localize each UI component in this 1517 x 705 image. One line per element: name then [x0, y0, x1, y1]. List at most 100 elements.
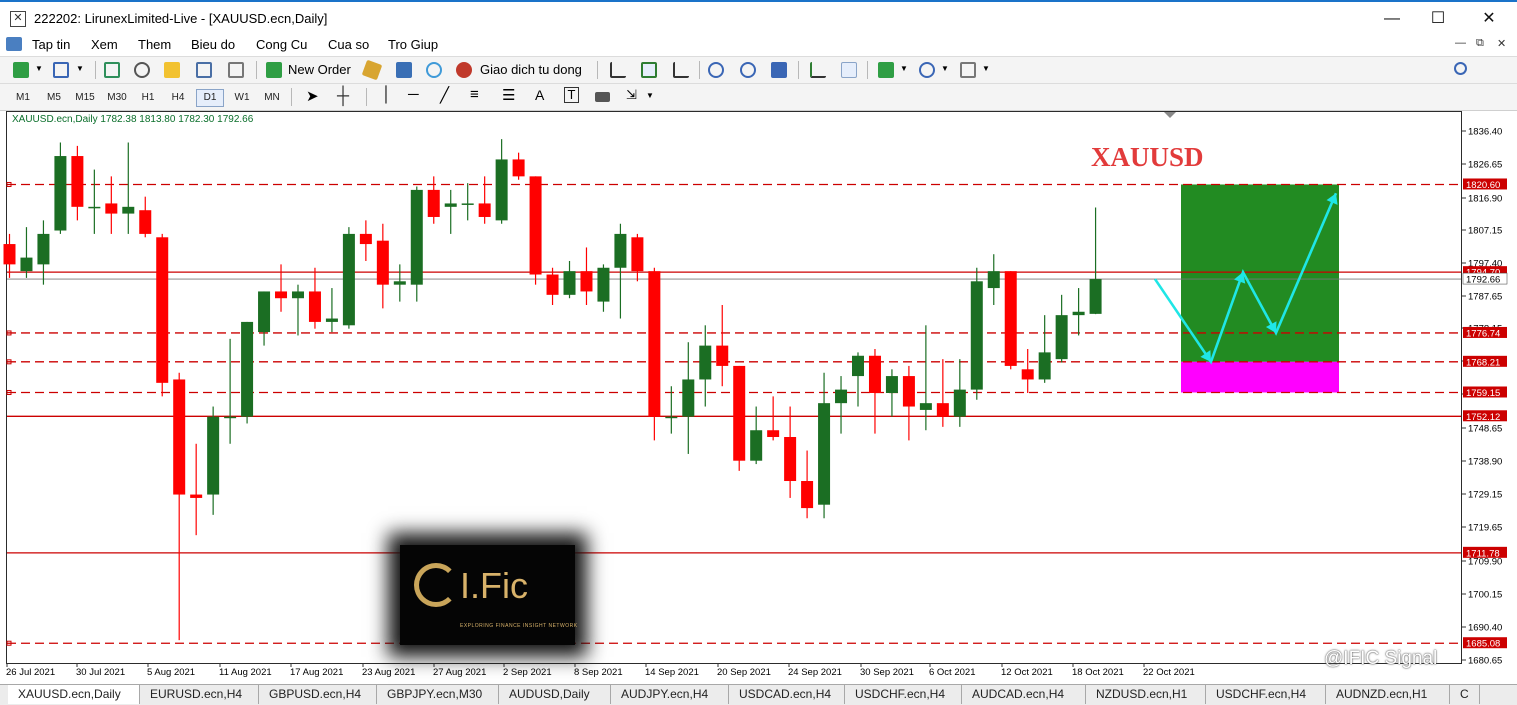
fibonacci-icon[interactable]: ☰: [502, 86, 515, 104]
minimize-button[interactable]: —: [1376, 8, 1408, 30]
timeframe-m15[interactable]: M15: [72, 90, 98, 106]
timeframe-m5[interactable]: M5: [41, 90, 67, 106]
timeframe-mn[interactable]: MN: [259, 90, 285, 106]
x-tick-label: 22 Oct 2021: [1143, 667, 1195, 678]
chevron-down-icon[interactable]: ▼: [900, 64, 908, 73]
menu-help[interactable]: Tro Giup: [388, 37, 438, 52]
profiles-icon[interactable]: [53, 62, 69, 78]
search-icon[interactable]: [1454, 62, 1467, 75]
x-tick-label: 12 Oct 2021: [1001, 667, 1053, 678]
x-tick-label: 26 Jul 2021: [6, 667, 55, 678]
chevron-down-icon[interactable]: ▼: [35, 64, 43, 73]
mdi-restore-icon[interactable]: ⧉: [1476, 37, 1484, 50]
standard-toolbar: ▼ ▼ New Order Giao dich tu dong ▼ ▼ ▼ 1: [0, 56, 1517, 133]
chart-window[interactable]: [6, 111, 1462, 664]
zoom-out-icon[interactable]: [740, 62, 756, 78]
timeframe-m30[interactable]: M30: [104, 90, 130, 106]
candlestick-chart-icon[interactable]: [641, 62, 657, 78]
chart-tab[interactable]: XAUUSD.ecn,Daily: [8, 685, 140, 704]
text-icon[interactable]: A: [535, 87, 544, 103]
text-label-icon[interactable]: T: [564, 87, 579, 103]
timeframe-m1[interactable]: M1: [10, 90, 36, 106]
new-chart-icon[interactable]: [13, 62, 29, 78]
chart-tab[interactable]: GBPUSD.ecn,H4: [259, 685, 377, 704]
autoscroll-icon[interactable]: [810, 62, 826, 78]
tile-windows-icon[interactable]: [771, 62, 787, 78]
ific-logo: I.Fic EXPLORING FINANCE INSIGHT NETWORK: [400, 545, 577, 645]
x-tick-labels: 26 Jul 2021 30 Jul 2021 5 Aug 2021 11 Aug 2…: [6, 663, 1195, 678]
metaeditor-icon[interactable]: [361, 59, 383, 81]
signals-icon[interactable]: [396, 62, 412, 78]
chart-tab[interactable]: AUDJPY.ecn,H4: [611, 685, 729, 704]
menu-window[interactable]: Cua so: [328, 37, 369, 52]
timeframe-d1[interactable]: D1: [196, 89, 224, 107]
menu-file[interactable]: Tap tin: [32, 37, 70, 52]
chart-tab[interactable]: USDCHF.ecn,H4: [1206, 685, 1326, 704]
indicators-icon[interactable]: [878, 62, 894, 78]
x-tick-label: 18 Oct 2021: [1072, 667, 1124, 678]
chart-tab[interactable]: EURUSD.ecn,H4: [140, 685, 259, 704]
x-tick-label: 24 Sep 2021: [788, 667, 842, 678]
document-icon[interactable]: [6, 37, 22, 51]
mdi-minimize-icon[interactable]: —: [1455, 37, 1466, 49]
chart-tab[interactable]: AUDUSD,Daily: [499, 685, 611, 704]
chart-tabs-bar: XAUUSD.ecn,Daily EURUSD.ecn,H4 GBPUSD.ecn,…: [0, 684, 1517, 705]
chevron-down-icon[interactable]: ▼: [941, 64, 949, 73]
x-tick-label: 5 Aug 2021: [147, 667, 195, 678]
new-order-button[interactable]: New Order: [288, 62, 351, 77]
chart-tab[interactable]: GBPJPY.ecn,M30: [377, 685, 499, 704]
terminal-icon[interactable]: [196, 62, 212, 78]
chart-tab[interactable]: USDCHF.ecn,H4: [845, 685, 962, 704]
chart-tab[interactable]: AUDNZD.ecn,H1: [1326, 685, 1450, 704]
arrows-icon[interactable]: ⇲: [626, 87, 637, 103]
auto-trading-button[interactable]: Giao dich tu dong: [480, 62, 582, 77]
maximize-button[interactable]: ☐: [1422, 8, 1454, 30]
timeframe-w1[interactable]: W1: [229, 90, 255, 106]
mdi-close-icon[interactable]: ✕: [1497, 37, 1506, 50]
strategy-tester-icon[interactable]: [228, 62, 244, 78]
x-tick-label: 2 Sep 2021: [503, 667, 552, 678]
separator: [597, 61, 598, 79]
templates-icon[interactable]: [960, 62, 976, 78]
market-watch-icon[interactable]: [104, 62, 120, 78]
timeframe-h1[interactable]: H1: [135, 90, 161, 106]
crosshair-icon[interactable]: ┼: [337, 86, 349, 106]
radio-icon[interactable]: [426, 62, 442, 78]
chevron-down-icon[interactable]: ▼: [982, 64, 990, 73]
x-tick-label: 30 Sep 2021: [860, 667, 914, 678]
x-tick-label: 23 Aug 2021: [362, 667, 415, 678]
menu-tools[interactable]: Cong Cu: [256, 37, 307, 52]
cursor-icon[interactable]: ➤: [306, 87, 319, 105]
horizontal-line-icon[interactable]: ─: [408, 86, 419, 103]
timeframe-h4[interactable]: H4: [165, 90, 191, 106]
line-chart-icon[interactable]: [673, 62, 689, 78]
window-title: 222202: LirunexLimited-Live - [XAUUSD.ec…: [34, 11, 328, 26]
auto-trading-icon[interactable]: [456, 62, 472, 78]
watermark: @IFIC Signal: [1324, 648, 1438, 669]
menu-insert[interactable]: Them: [138, 37, 171, 52]
favorites-icon[interactable]: [164, 62, 180, 78]
trendline-icon[interactable]: ╱: [440, 86, 449, 104]
chart-tab[interactable]: AUDCAD.ecn,H4: [962, 685, 1086, 704]
crosshair-nav-icon[interactable]: [134, 62, 150, 78]
chart-tab[interactable]: NZDUSD.ecn,H1: [1086, 685, 1206, 704]
menu-charts[interactable]: Bieu do: [191, 37, 235, 52]
x-tick-label: 6 Oct 2021: [929, 667, 975, 678]
chevron-down-icon[interactable]: ▼: [76, 64, 84, 73]
bar-chart-icon[interactable]: [610, 62, 626, 78]
separator: [867, 61, 868, 79]
x-tick-label: 8 Sep 2021: [574, 667, 623, 678]
periods-clock-icon[interactable]: [919, 62, 935, 78]
close-button[interactable]: ✕: [1473, 8, 1505, 30]
zoom-in-icon[interactable]: [708, 62, 724, 78]
new-order-icon[interactable]: [266, 62, 282, 78]
channel-icon[interactable]: ≡: [470, 86, 479, 103]
chart-tab[interactable]: C: [1450, 685, 1480, 704]
chevron-down-icon[interactable]: ▼: [646, 91, 654, 100]
separator: [95, 61, 96, 79]
chart-shift-icon[interactable]: [841, 62, 857, 78]
chart-tab[interactable]: USDCAD.ecn,H4: [729, 685, 845, 704]
rectangle-icon[interactable]: [595, 92, 610, 102]
vertical-line-icon[interactable]: │: [382, 86, 391, 103]
menu-view[interactable]: Xem: [91, 37, 118, 52]
